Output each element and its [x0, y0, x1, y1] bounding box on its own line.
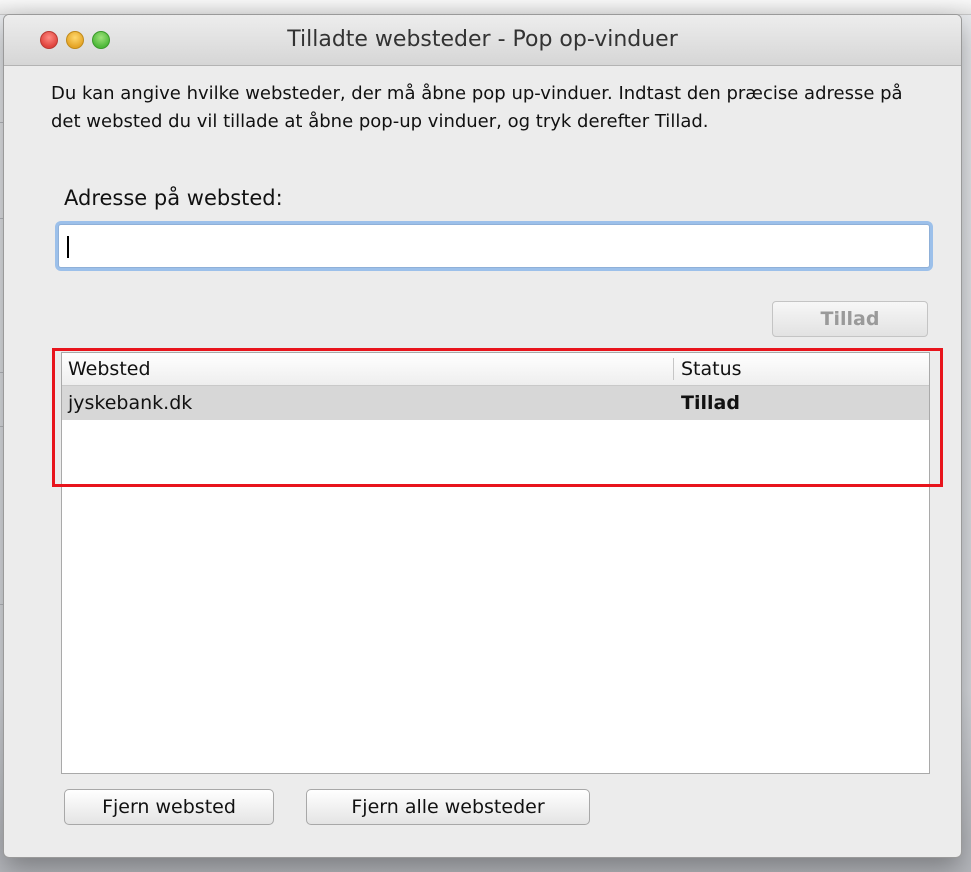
instructions-text: Du kan angive hvilke websteder, der må å… — [51, 83, 903, 132]
address-label: Adresse på websted: — [64, 186, 283, 210]
remove-all-sites-button[interactable]: Fjern alle websteder — [306, 789, 590, 825]
window-title: Tilladte websteder - Pop op-vinduer — [287, 27, 678, 52]
allow-button[interactable]: Tillad — [772, 301, 928, 337]
column-header-status[interactable]: Status — [681, 353, 742, 385]
remove-site-button[interactable]: Fjern websted — [64, 789, 274, 825]
status-cell: Tillad — [681, 392, 740, 414]
text-cursor — [67, 236, 69, 258]
background-toolbar — [0, 0, 971, 15]
address-input[interactable] — [58, 224, 930, 268]
site-cell: jyskebank.dk — [68, 392, 193, 414]
sites-list[interactable]: Websted Status jyskebank.dk Tillad — [61, 352, 930, 774]
column-header-site[interactable]: Websted — [68, 353, 151, 385]
table-row[interactable]: jyskebank.dk Tillad — [62, 386, 929, 420]
column-divider[interactable] — [673, 358, 674, 380]
title-bar[interactable]: Tilladte websteder - Pop op-vinduer — [4, 15, 961, 66]
list-header: Websted Status — [62, 353, 929, 386]
